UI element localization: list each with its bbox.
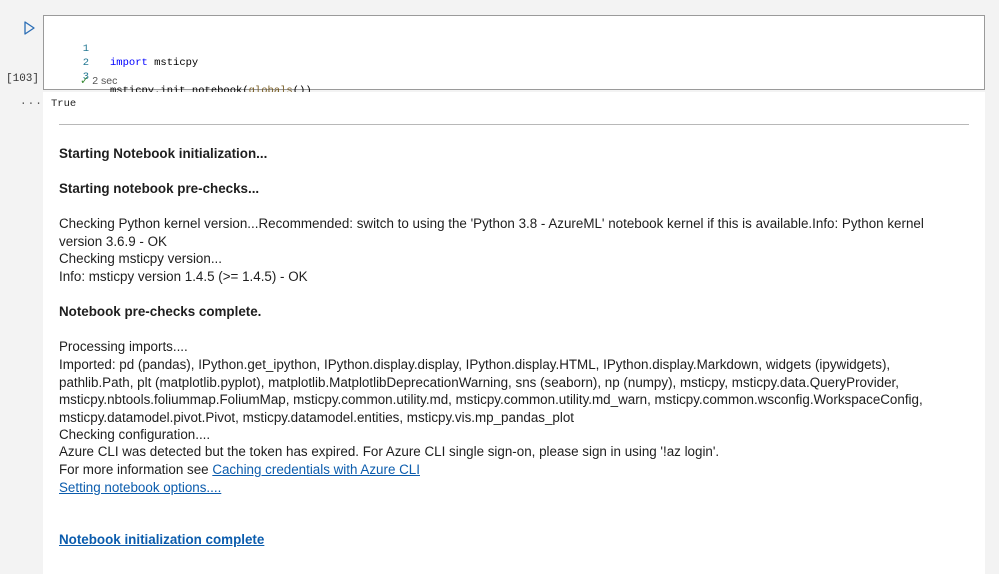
code-line: 1 import msticpy [44, 28, 199, 69]
heading-init: Starting Notebook initialization... [59, 146, 268, 161]
cell-output: True Starting Notebook initialization...… [43, 92, 985, 574]
code-text: import msticpy [110, 56, 198, 70]
keyword: import [110, 57, 148, 69]
output-result: True [51, 98, 77, 110]
processing-imports: Processing imports.... [59, 339, 188, 354]
python-version-check: Checking Python kernel version...Recomme… [59, 216, 924, 249]
settings-line: Setting notebook options.... [59, 479, 964, 497]
msticpy-version-info: Info: msticpy version 1.4.5 (>= 1.4.5) -… [59, 269, 308, 284]
more-info-line: For more information see Caching credent… [59, 461, 964, 479]
imported-list: Imported: pd (pandas), IPython.get_ipyth… [59, 357, 923, 425]
setting-notebook-options-link[interactable]: Setting notebook options.... [59, 480, 221, 495]
checking-configuration: Checking configuration.... [59, 427, 211, 442]
cell-status: ✓ 2 sec [80, 74, 117, 87]
line-number: 2 [82, 57, 89, 69]
code-line: 2 [44, 42, 89, 69]
execution-count: [103] [6, 73, 40, 85]
azure-cli-message: Azure CLI was detected but the token has… [59, 444, 720, 459]
heading-prechecks: Starting notebook pre-checks... [59, 181, 260, 196]
line-number: 1 [82, 43, 89, 55]
msticpy-version-check: Checking msticpy version... [59, 251, 222, 266]
output-more-actions-button[interactable]: ... [20, 96, 43, 108]
code-cell-editor[interactable]: 1 import msticpy 2 3 msticpy.init_notebo… [43, 15, 985, 97]
divider [59, 124, 969, 125]
caching-credentials-link[interactable]: Caching credentials with Azure CLI [212, 462, 420, 477]
success-check-icon: ✓ [80, 75, 90, 87]
heading-prechecks-complete: Notebook pre-checks complete. [59, 304, 262, 319]
init-complete-link[interactable]: Notebook initialization complete [59, 532, 264, 547]
run-cell-icon[interactable] [20, 19, 38, 37]
execution-time: 2 sec [92, 75, 118, 87]
more-info-prefix: For more information see [59, 462, 213, 477]
init-complete-line: Notebook initialization complete [59, 531, 964, 549]
code-line: 3 msticpy.init_notebook(globals()) [44, 56, 312, 97]
code-module: msticpy [147, 57, 199, 69]
